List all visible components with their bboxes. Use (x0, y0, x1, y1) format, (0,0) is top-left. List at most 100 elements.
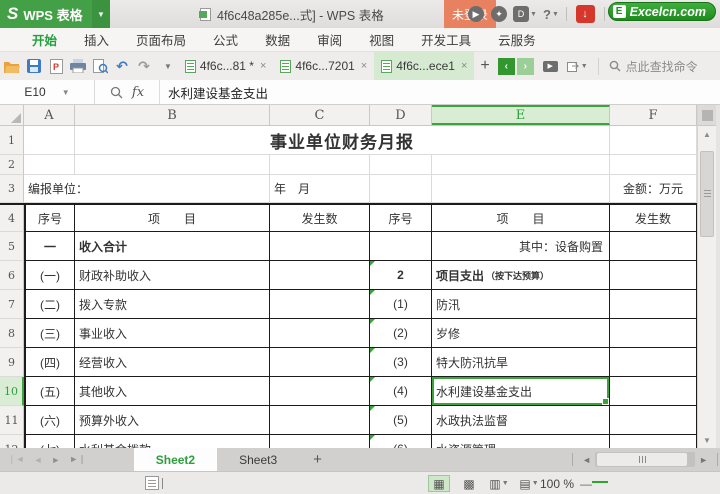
wps-logo[interactable]: S WPS 表格 (0, 0, 92, 28)
row-header-1[interactable]: 1 (0, 126, 24, 155)
cell-E9[interactable]: 特大防汛抗旱 (432, 348, 610, 377)
document-tab[interactable]: 4f6c...81 * × (178, 52, 273, 80)
cell-E5[interactable]: 其中：设备购置 (432, 232, 610, 261)
first-sheet-icon[interactable]: ❘◄ (8, 454, 24, 465)
table-header-cell[interactable]: 项 目 (432, 205, 610, 232)
cell-C5[interactable] (270, 232, 370, 261)
cell-F5[interactable] (610, 232, 697, 261)
name-box-dropdown-icon[interactable]: ▼ (62, 88, 70, 97)
amount-unit-cell[interactable]: 金额：万元 (610, 175, 697, 203)
print-preview-icon[interactable] (90, 55, 110, 77)
menu-item-开始[interactable]: 开始 (32, 30, 57, 49)
cell-A5[interactable]: 一 (24, 232, 75, 261)
column-header-F[interactable]: F (610, 105, 697, 125)
column-header-A[interactable]: A (24, 105, 75, 125)
cell-A11[interactable]: (六) (24, 406, 75, 435)
cell-A12[interactable]: (七) (24, 435, 75, 448)
cell-B11[interactable]: 预算外收入 (75, 406, 270, 435)
open-file-icon[interactable] (2, 55, 22, 77)
cell-D8[interactable]: (2) (370, 319, 432, 348)
toolbar-dropdown-icon[interactable]: ▼ (164, 62, 172, 71)
cell-E10[interactable]: 水利建设基金支出 (432, 377, 610, 406)
row-header-6[interactable]: 6 (0, 261, 24, 290)
cell-F10[interactable] (610, 377, 697, 406)
cell-B5[interactable]: 收入合计 (75, 232, 270, 261)
cell-F7[interactable] (610, 290, 697, 319)
next-sheet-icon[interactable]: ► (51, 455, 60, 465)
cell-C10[interactable] (270, 377, 370, 406)
select-all-corner[interactable] (0, 105, 24, 125)
date-cell[interactable]: 年 月 (270, 175, 370, 203)
add-sheet-button[interactable]: + (299, 451, 336, 468)
cell-B10[interactable]: 其他收入 (75, 377, 270, 406)
scroll-right-icon[interactable]: ► (695, 455, 712, 465)
cell-D12[interactable]: (6) (370, 435, 432, 448)
menu-item-数据[interactable]: 数据 (265, 30, 290, 49)
row-header-11[interactable]: 11 (0, 406, 24, 435)
cell-D2[interactable] (370, 155, 432, 175)
redo-icon[interactable]: ↷ (134, 55, 154, 77)
document-tab[interactable]: 4f6c...7201 × (273, 52, 374, 80)
cell-F1[interactable] (610, 126, 697, 155)
cell-A6[interactable]: (一) (24, 261, 75, 290)
cell-A7[interactable]: (二) (24, 290, 75, 319)
table-header-cell[interactable]: 发生数 (610, 205, 697, 232)
horizontal-scrollbar-track[interactable] (595, 452, 696, 467)
cell-F2[interactable] (610, 155, 697, 175)
save-icon[interactable] (24, 55, 44, 77)
menu-item-云服务[interactable]: 云服务 (498, 30, 536, 49)
vertical-scrollbar-thumb[interactable] (700, 151, 714, 237)
cell-D7[interactable]: (1) (370, 290, 432, 319)
cell-D6[interactable]: 2 (370, 261, 432, 290)
cell-B12[interactable]: 水利基金拨款 (75, 435, 270, 448)
settings-circle-icon[interactable]: ✦ (489, 0, 509, 28)
cell-A10[interactable]: (五) (24, 377, 75, 406)
column-header-D[interactable]: D (370, 105, 432, 125)
row-header-5[interactable]: 5 (0, 232, 24, 261)
row-header-3[interactable]: 3 (0, 175, 24, 203)
sheet-tab-Sheet2[interactable]: Sheet2 (133, 448, 218, 471)
cell-A8[interactable]: (三) (24, 319, 75, 348)
next-tab-button[interactable]: › (516, 57, 534, 75)
cell-E11[interactable]: 水政执法监督 (432, 406, 610, 435)
cell-C7[interactable] (270, 290, 370, 319)
menu-item-插入[interactable]: 插入 (84, 30, 109, 49)
reading-mode-icon[interactable]: ▤ ▼ (518, 475, 540, 492)
export-pdf-icon[interactable]: P (46, 55, 66, 77)
cell-A2[interactable] (24, 155, 75, 175)
report-title-cell[interactable]: 事业单位财务月报 (75, 126, 610, 155)
cell-C2[interactable] (270, 155, 370, 175)
prev-tab-button[interactable]: ‹ (497, 57, 515, 75)
cell-E8[interactable]: 岁修 (432, 319, 610, 348)
row-header-9[interactable]: 9 (0, 348, 24, 377)
cell-E6[interactable]: 项目支出 （按下达预算） (432, 261, 610, 290)
print-icon[interactable] (68, 55, 88, 77)
vertical-scrollbar[interactable]: ▲ ▼ (697, 105, 716, 448)
cell-B9[interactable]: 经营收入 (75, 348, 270, 377)
close-tab-icon[interactable]: × (361, 60, 367, 72)
undo-icon[interactable]: ↶ (112, 55, 132, 77)
cell-B2[interactable] (75, 155, 270, 175)
cell-F9[interactable] (610, 348, 697, 377)
cell-D10[interactable]: (4) (370, 377, 432, 406)
insert-function-icon[interactable]: fx (132, 85, 144, 100)
signature-icon[interactable]: D ▼ (512, 0, 538, 28)
formula-input[interactable]: 水利建设基金支出 (160, 80, 720, 104)
cell-F12[interactable] (610, 435, 697, 448)
row-header-10[interactable]: 10 (0, 377, 24, 406)
row-header-12[interactable]: 12 (0, 435, 24, 448)
cell-C9[interactable] (270, 348, 370, 377)
zoom-out-icon[interactable]: — (580, 477, 592, 491)
last-sheet-icon[interactable]: ►❘ (69, 454, 85, 465)
column-header-B[interactable]: B (75, 105, 270, 125)
cell-B6[interactable]: 财政补助收入 (75, 261, 270, 290)
page-break-view-icon[interactable]: ▩ (458, 475, 480, 492)
scroll-left-icon[interactable]: ◄ (578, 455, 595, 465)
close-tab-icon[interactable]: × (260, 60, 266, 72)
normal-view-icon[interactable]: ▦ (428, 475, 450, 492)
cell-C6[interactable] (270, 261, 370, 290)
row-header-7[interactable]: 7 (0, 290, 24, 319)
cell-A1[interactable] (24, 126, 75, 155)
magnifier-icon[interactable] (110, 86, 123, 99)
cell-D11[interactable]: (5) (370, 406, 432, 435)
